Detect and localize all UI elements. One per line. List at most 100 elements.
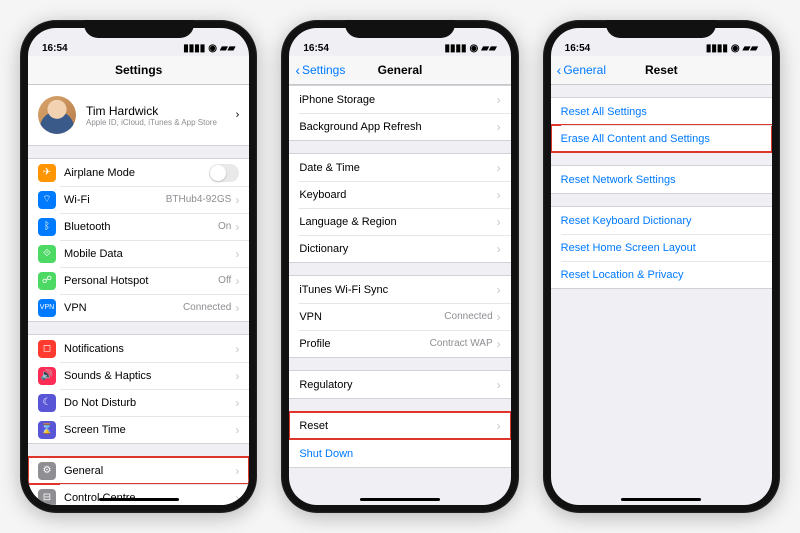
cell-reset-home[interactable]: Reset Home Screen Layout bbox=[551, 234, 772, 261]
cell-datetime[interactable]: Date & Time › bbox=[289, 154, 510, 181]
cell-airplane[interactable]: ✈ Airplane Mode bbox=[28, 159, 249, 186]
chevron-right-icon: › bbox=[497, 419, 501, 433]
notch bbox=[606, 20, 716, 38]
cell-shutdown[interactable]: Shut Down bbox=[289, 440, 510, 467]
status-time: 16:54 bbox=[565, 43, 591, 54]
airplane-icon: ✈ bbox=[38, 164, 56, 182]
cell-label: Profile bbox=[299, 338, 429, 350]
cell-wifi[interactable]: ⌔ Wi-Fi BTHub4-92GS › bbox=[28, 186, 249, 213]
cell-profile[interactable]: Profile Contract WAP › bbox=[289, 330, 510, 357]
cell-mobiledata[interactable]: ⟐ Mobile Data › bbox=[28, 240, 249, 267]
chevron-right-icon: › bbox=[497, 242, 501, 256]
cell-reset-network[interactable]: Reset Network Settings bbox=[551, 166, 772, 193]
cell-label: Wi-Fi bbox=[64, 194, 166, 206]
chevron-left-icon: ‹ bbox=[295, 63, 300, 77]
chevron-right-icon: › bbox=[235, 423, 239, 437]
cell-detail: Connected bbox=[444, 311, 492, 322]
status-time: 16:54 bbox=[303, 43, 329, 54]
home-indicator[interactable] bbox=[360, 498, 440, 501]
cell-label: Screen Time bbox=[64, 424, 235, 436]
cell-label: Reset bbox=[299, 420, 496, 432]
chevron-right-icon: › bbox=[235, 247, 239, 261]
group-reset-a: Reset All Settings Erase All Content and… bbox=[551, 97, 772, 153]
cell-reset-keyboard[interactable]: Reset Keyboard Dictionary bbox=[551, 207, 772, 234]
group-shutdown: Shut Down bbox=[289, 440, 510, 468]
group-reset: Reset › bbox=[289, 411, 510, 440]
cell-label: General bbox=[64, 465, 235, 477]
cell-label: Reset All Settings bbox=[561, 106, 762, 118]
vpn-icon: VPN bbox=[38, 299, 56, 317]
signal-icon: ▮▮▮▮ bbox=[183, 43, 205, 54]
cell-controlcentre[interactable]: ⊟ Control Centre › bbox=[28, 484, 249, 505]
chevron-right-icon: › bbox=[235, 220, 239, 234]
chevron-right-icon: › bbox=[235, 274, 239, 288]
chevron-right-icon: › bbox=[497, 93, 501, 107]
home-indicator[interactable] bbox=[99, 498, 179, 501]
settings-list[interactable]: Tim Hardwick Apple ID, iCloud, iTunes & … bbox=[28, 85, 249, 505]
cell-label: Background App Refresh bbox=[299, 121, 496, 133]
notch bbox=[345, 20, 455, 38]
cell-label: Personal Hotspot bbox=[64, 275, 218, 287]
wifi-icon: ◉ bbox=[208, 43, 217, 54]
chevron-right-icon: › bbox=[497, 283, 501, 297]
page-title: Settings bbox=[115, 63, 162, 77]
cell-label: Reset Location & Privacy bbox=[561, 269, 762, 281]
cell-dnd[interactable]: ☾ Do Not Disturb › bbox=[28, 389, 249, 416]
cell-keyboard[interactable]: Keyboard › bbox=[289, 181, 510, 208]
back-button[interactable]: ‹ Settings bbox=[295, 63, 345, 77]
cell-label: Reset Home Screen Layout bbox=[561, 242, 762, 254]
profile-cell[interactable]: Tim Hardwick Apple ID, iCloud, iTunes & … bbox=[28, 85, 249, 146]
wifi-icon: ◉ bbox=[470, 43, 479, 54]
signal-icon: ▮▮▮▮ bbox=[445, 43, 467, 54]
cell-screentime[interactable]: ⌛ Screen Time › bbox=[28, 416, 249, 443]
cell-label: Airplane Mode bbox=[64, 167, 209, 179]
cell-bluetooth[interactable]: ᛒ Bluetooth On › bbox=[28, 213, 249, 240]
hotspot-icon: ☍ bbox=[38, 272, 56, 290]
back-button[interactable]: ‹ General bbox=[557, 63, 606, 77]
reset-list[interactable]: Reset All Settings Erase All Content and… bbox=[551, 97, 772, 289]
cell-vpn[interactable]: VPN Connected › bbox=[289, 303, 510, 330]
page-title: Reset bbox=[645, 63, 678, 77]
screen: 16:54 ▮▮▮▮ ◉ ▰▰ ‹ General Reset Reset Al… bbox=[551, 28, 772, 505]
cell-notifications[interactable]: ◻ Notifications › bbox=[28, 335, 249, 362]
cell-general[interactable]: ⚙ General › bbox=[28, 457, 249, 484]
battery-icon: ▰▰ bbox=[481, 43, 496, 54]
cell-label: Reset Keyboard Dictionary bbox=[561, 215, 762, 227]
cell-bgrefresh[interactable]: Background App Refresh › bbox=[289, 113, 510, 140]
control-icon: ⊟ bbox=[38, 489, 56, 506]
cell-regulatory[interactable]: Regulatory › bbox=[289, 371, 510, 398]
cell-itunessync[interactable]: iTunes Wi-Fi Sync › bbox=[289, 276, 510, 303]
chevron-right-icon: › bbox=[235, 369, 239, 383]
cell-erase-all[interactable]: Erase All Content and Settings bbox=[551, 125, 772, 152]
chevron-right-icon: › bbox=[235, 396, 239, 410]
chevron-right-icon: › bbox=[497, 337, 501, 351]
cell-sounds[interactable]: 🔊 Sounds & Haptics › bbox=[28, 362, 249, 389]
status-icons: ▮▮▮▮ ◉ ▰▰ bbox=[706, 43, 758, 54]
cell-storage[interactable]: iPhone Storage › bbox=[289, 86, 510, 113]
back-label: Settings bbox=[302, 63, 345, 77]
cell-label: Bluetooth bbox=[64, 221, 218, 233]
wifi-icon: ◉ bbox=[731, 43, 740, 54]
chevron-right-icon: › bbox=[235, 193, 239, 207]
group-network: ✈ Airplane Mode ⌔ Wi-Fi BTHub4-92GS › ᛒ … bbox=[28, 158, 249, 322]
cell-language[interactable]: Language & Region › bbox=[289, 208, 510, 235]
group-sync: iTunes Wi-Fi Sync › VPN Connected › Prof… bbox=[289, 275, 510, 358]
back-label: General bbox=[563, 63, 606, 77]
cell-label: VPN bbox=[64, 302, 183, 314]
notch bbox=[84, 20, 194, 38]
cell-reset-all[interactable]: Reset All Settings bbox=[551, 98, 772, 125]
nav-header: ‹ General Reset bbox=[551, 56, 772, 85]
cell-label: Shut Down bbox=[299, 448, 500, 460]
cell-dictionary[interactable]: Dictionary › bbox=[289, 235, 510, 262]
general-list[interactable]: iPhone Storage › Background App Refresh … bbox=[289, 85, 510, 468]
cell-reset[interactable]: Reset › bbox=[289, 412, 510, 439]
phone-settings: 16:54 ▮▮▮▮ ◉ ▰▰ Settings Tim Hardwick Ap… bbox=[20, 20, 257, 513]
cell-vpn[interactable]: VPN VPN Connected › bbox=[28, 294, 249, 321]
airplane-switch[interactable] bbox=[209, 164, 239, 182]
home-indicator[interactable] bbox=[621, 498, 701, 501]
cell-hotspot[interactable]: ☍ Personal Hotspot Off › bbox=[28, 267, 249, 294]
cell-reset-location[interactable]: Reset Location & Privacy bbox=[551, 261, 772, 288]
cell-label: Language & Region bbox=[299, 216, 496, 228]
cell-label: Keyboard bbox=[299, 189, 496, 201]
screentime-icon: ⌛ bbox=[38, 421, 56, 439]
